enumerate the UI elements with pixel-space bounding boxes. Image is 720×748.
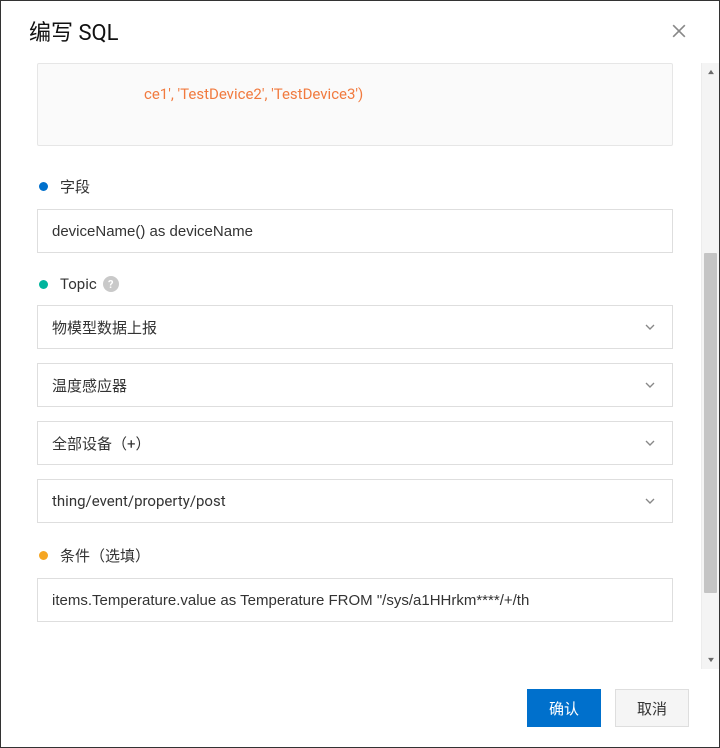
dialog-footer: 确认 取消 — [1, 669, 719, 747]
dialog-body: ce1', 'TestDevice2', 'TestDevice3') 字段 T… — [1, 63, 719, 669]
topic-select-group: 物模型数据上报 温度感应器 全部设备（+） thing/event/proper… — [37, 305, 673, 523]
topic-select-product[interactable]: 温度感应器 — [37, 363, 673, 407]
topic-dot-icon — [39, 280, 48, 289]
topic-section-label: Topic ? — [37, 275, 673, 293]
chevron-down-icon — [642, 377, 658, 393]
topic-select-device[interactable]: 全部设备（+） — [37, 421, 673, 465]
topic-select-product-value: 温度感应器 — [52, 375, 127, 396]
topic-select-device-value: 全部设备（+） — [52, 433, 151, 454]
scrollbar-thumb[interactable] — [704, 253, 717, 593]
dialog-title: 编写 SQL — [29, 15, 119, 47]
close-icon — [669, 21, 689, 41]
help-icon[interactable]: ? — [103, 276, 119, 292]
fields-input[interactable] — [37, 209, 673, 253]
topic-select-type-value: 物模型数据上报 — [52, 317, 157, 338]
topic-select-path[interactable]: thing/event/property/post — [37, 479, 673, 523]
sql-preview-line: ce1', 'TestDevice2', 'TestDevice3') — [54, 84, 656, 105]
close-button[interactable] — [663, 15, 695, 47]
scroll-down-button[interactable] — [702, 651, 719, 669]
scroll-up-button[interactable] — [702, 63, 719, 81]
chevron-down-icon — [642, 435, 658, 451]
condition-section-label: 条件（选填） — [37, 545, 673, 566]
topic-label-text: Topic — [60, 275, 97, 293]
sql-preview-box: ce1', 'TestDevice2', 'TestDevice3') — [37, 63, 673, 146]
fields-section-label: 字段 — [37, 176, 673, 197]
form-content: ce1', 'TestDevice2', 'TestDevice3') 字段 T… — [1, 63, 701, 669]
condition-input[interactable] — [37, 578, 673, 622]
chevron-down-icon — [642, 319, 658, 335]
condition-label-text: 条件（选填） — [60, 545, 150, 566]
confirm-button-label: 确认 — [549, 698, 579, 719]
fields-dot-icon — [39, 182, 48, 191]
fields-label-text: 字段 — [60, 176, 90, 197]
confirm-button[interactable]: 确认 — [527, 689, 601, 727]
topic-select-path-value: thing/event/property/post — [52, 492, 226, 510]
topic-select-type[interactable]: 物模型数据上报 — [37, 305, 673, 349]
cancel-button-label: 取消 — [637, 698, 667, 719]
chevron-down-icon — [642, 493, 658, 509]
dialog-header: 编写 SQL — [1, 1, 719, 63]
cancel-button[interactable]: 取消 — [615, 689, 689, 727]
vertical-scrollbar[interactable] — [701, 63, 719, 669]
condition-dot-icon — [39, 551, 48, 560]
